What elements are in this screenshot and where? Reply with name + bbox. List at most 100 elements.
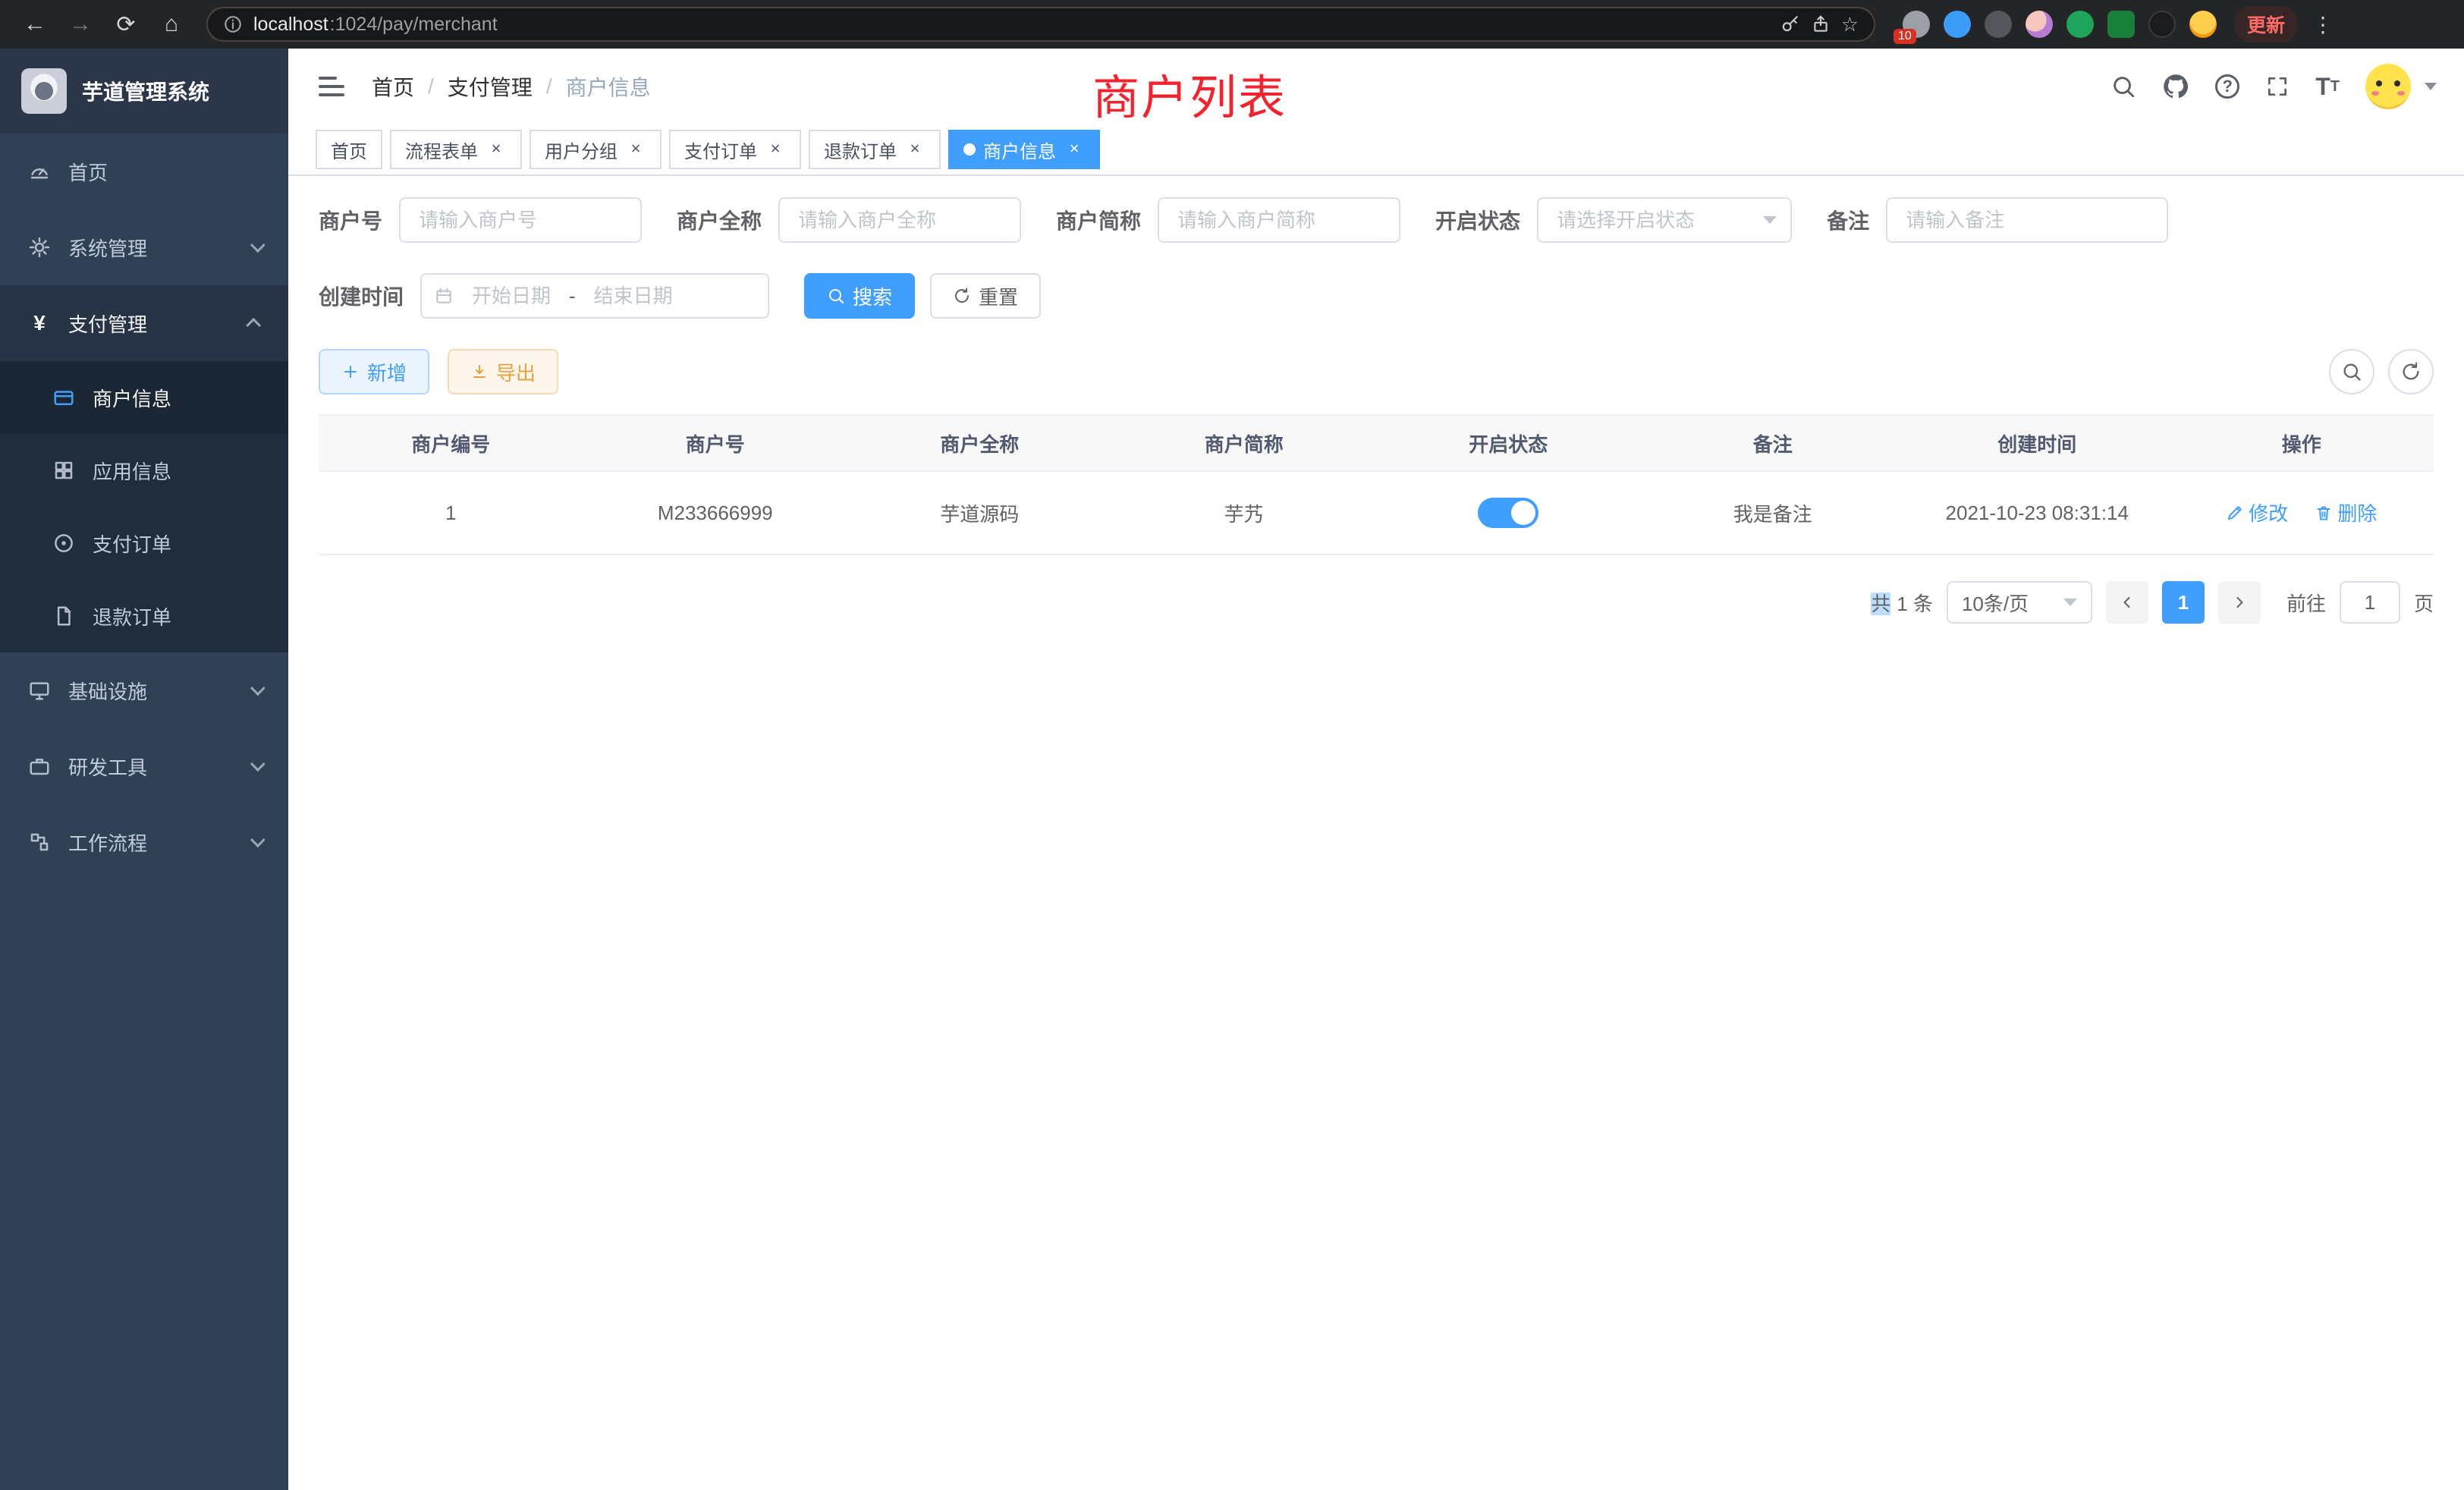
sidebar-item-workflow[interactable]: 工作流程 (0, 804, 288, 880)
extension-pinwheel-icon[interactable] (2148, 11, 2176, 38)
search-icon[interactable] (2110, 74, 2136, 99)
url-path: :1024/pay/merchant (330, 14, 498, 36)
reload-icon[interactable]: ⟳ (106, 5, 146, 44)
forward-icon[interactable]: → (61, 5, 100, 44)
user-avatar[interactable] (2365, 64, 2411, 109)
goto-unit: 页 (2414, 589, 2434, 617)
status-label: 开启状态 (1435, 205, 1520, 235)
sidebar-toggle-icon[interactable] (316, 71, 347, 102)
status-select[interactable] (1537, 197, 1792, 243)
cell-merchant-no: M233666999 (583, 501, 848, 525)
full-name-label: 商户全称 (677, 205, 762, 235)
fullscreen-icon[interactable] (2265, 74, 2290, 99)
extension-blue-icon[interactable] (1944, 11, 1971, 38)
tab-pay-order[interactable]: 支付订单× (669, 130, 801, 169)
close-icon[interactable]: × (625, 139, 646, 160)
home-icon[interactable]: ⌂ (152, 5, 191, 44)
refresh-table-button[interactable] (2388, 349, 2434, 395)
calendar-icon (434, 286, 454, 306)
search-button[interactable]: 搜索 (804, 273, 915, 319)
merchant-no-input[interactable] (399, 197, 642, 243)
bookmark-star-icon[interactable]: ☆ (1841, 13, 1859, 36)
help-icon[interactable]: ? (2215, 74, 2239, 99)
browser-toolbar: ← → ⟳ ⌂ localhost :1024/pay/merchant ☆ 1… (0, 0, 2464, 49)
yen-icon: ¥ (27, 311, 52, 335)
breadcrumb-payment[interactable]: 支付管理 (448, 71, 533, 102)
delete-link[interactable]: 删除 (2315, 498, 2377, 527)
chevron-down-icon (250, 237, 266, 253)
close-icon[interactable]: × (904, 139, 926, 160)
extension-gray-icon[interactable] (1985, 11, 2012, 38)
extension-notes-icon[interactable] (2107, 11, 2135, 38)
tab-merchant-info[interactable]: 商户信息× (948, 130, 1100, 169)
sidebar-item-app-info[interactable]: 应用信息 (0, 434, 288, 507)
extension-green-check-icon[interactable] (2066, 11, 2094, 38)
extension-emoji-icon[interactable] (2189, 11, 2217, 38)
prev-page-button[interactable] (2106, 581, 2148, 624)
date-range-picker[interactable]: - (420, 273, 769, 319)
chevron-down-icon (250, 681, 266, 696)
tab-home[interactable]: 首页 (316, 130, 382, 169)
close-icon[interactable]: × (1064, 139, 1085, 160)
sidebar-item-dev-tools[interactable]: 研发工具 (0, 728, 288, 804)
edit-link[interactable]: 修改 (2226, 498, 2288, 527)
close-icon[interactable]: × (765, 139, 786, 160)
export-button[interactable]: 导出 (448, 349, 558, 395)
status-toggle[interactable] (1478, 498, 1538, 528)
plus-icon (341, 363, 360, 381)
tab-user-group[interactable]: 用户分组× (530, 130, 662, 169)
github-icon[interactable] (2162, 73, 2189, 100)
page-1-button[interactable]: 1 (2162, 581, 2205, 624)
status-select-input[interactable] (1537, 197, 1792, 243)
sidebar-item-home[interactable]: 首页 (0, 134, 288, 209)
tab-refund-order[interactable]: 退款订单× (809, 130, 941, 169)
chevron-down-icon (250, 832, 266, 847)
pencil-icon (2226, 504, 2244, 522)
table-row: 1 M233666999 芋道源码 芋艿 我是备注 2021-10-23 08:… (319, 472, 2434, 555)
sidebar-item-payment[interactable]: ¥ 支付管理 (0, 285, 288, 361)
full-name-input[interactable] (778, 197, 1021, 243)
font-size-icon[interactable]: TT (2315, 74, 2340, 99)
extension-badge: 10 (1894, 29, 1916, 44)
close-icon[interactable]: × (486, 139, 507, 160)
breadcrumb-home[interactable]: 首页 (372, 71, 414, 102)
top-navbar: 首页 / 支付管理 / 商户信息 商户列表 ? TT (288, 49, 2464, 124)
avatar-caret-icon[interactable] (2425, 83, 2437, 90)
url-bar[interactable]: localhost :1024/pay/merchant ☆ (206, 7, 1875, 42)
cell-merchant-id: 1 (319, 501, 583, 525)
sidebar-logo: 芋道管理系统 (0, 49, 288, 134)
chevron-down-icon (250, 756, 266, 772)
sidebar-item-pay-order[interactable]: 支付订单 (0, 507, 288, 580)
site-info-icon[interactable] (223, 14, 243, 34)
card-icon (52, 386, 76, 409)
add-button[interactable]: 新增 (319, 349, 429, 395)
short-name-input[interactable] (1158, 197, 1400, 243)
annotation-merchant-list: 商户列表 (1092, 59, 1287, 127)
chevron-right-icon (2230, 593, 2249, 611)
reset-button[interactable]: 重置 (930, 273, 1041, 319)
sidebar-item-merchant-info[interactable]: 商户信息 (0, 361, 288, 434)
browser-update-button[interactable]: 更新 (2235, 6, 2297, 42)
page-size-select[interactable]: 10条/页 (1947, 581, 2092, 624)
back-icon[interactable]: ← (15, 5, 55, 44)
active-dot (963, 143, 976, 156)
extension-avatar-icon[interactable] (2026, 11, 2053, 38)
breadcrumb: 首页 / 支付管理 / 商户信息 (372, 71, 651, 102)
sidebar-item-infra[interactable]: 基础设施 (0, 652, 288, 728)
start-date-input[interactable] (460, 284, 563, 308)
goto-page-input[interactable] (2340, 581, 2400, 624)
end-date-input[interactable] (582, 284, 685, 308)
share-icon[interactable] (1811, 14, 1831, 34)
extension-puzzle-icon[interactable]: 10 (1903, 11, 1930, 38)
remark-input[interactable] (1886, 197, 2168, 243)
cell-full-name: 芋道源码 (847, 499, 1112, 527)
password-key-icon[interactable] (1780, 14, 1800, 34)
chevron-left-icon (2118, 593, 2136, 611)
sidebar-item-system[interactable]: 系统管理 (0, 209, 288, 285)
filter-row-1: 商户号 商户全称 商户简称 开启状态 (319, 197, 2434, 243)
browser-menu-icon[interactable]: ⋮ (2303, 12, 2343, 37)
sidebar-item-refund-order[interactable]: 退款订单 (0, 580, 288, 652)
toggle-search-button[interactable] (2329, 349, 2374, 395)
tab-process-form[interactable]: 流程表单× (390, 130, 522, 169)
next-page-button[interactable] (2218, 581, 2261, 624)
